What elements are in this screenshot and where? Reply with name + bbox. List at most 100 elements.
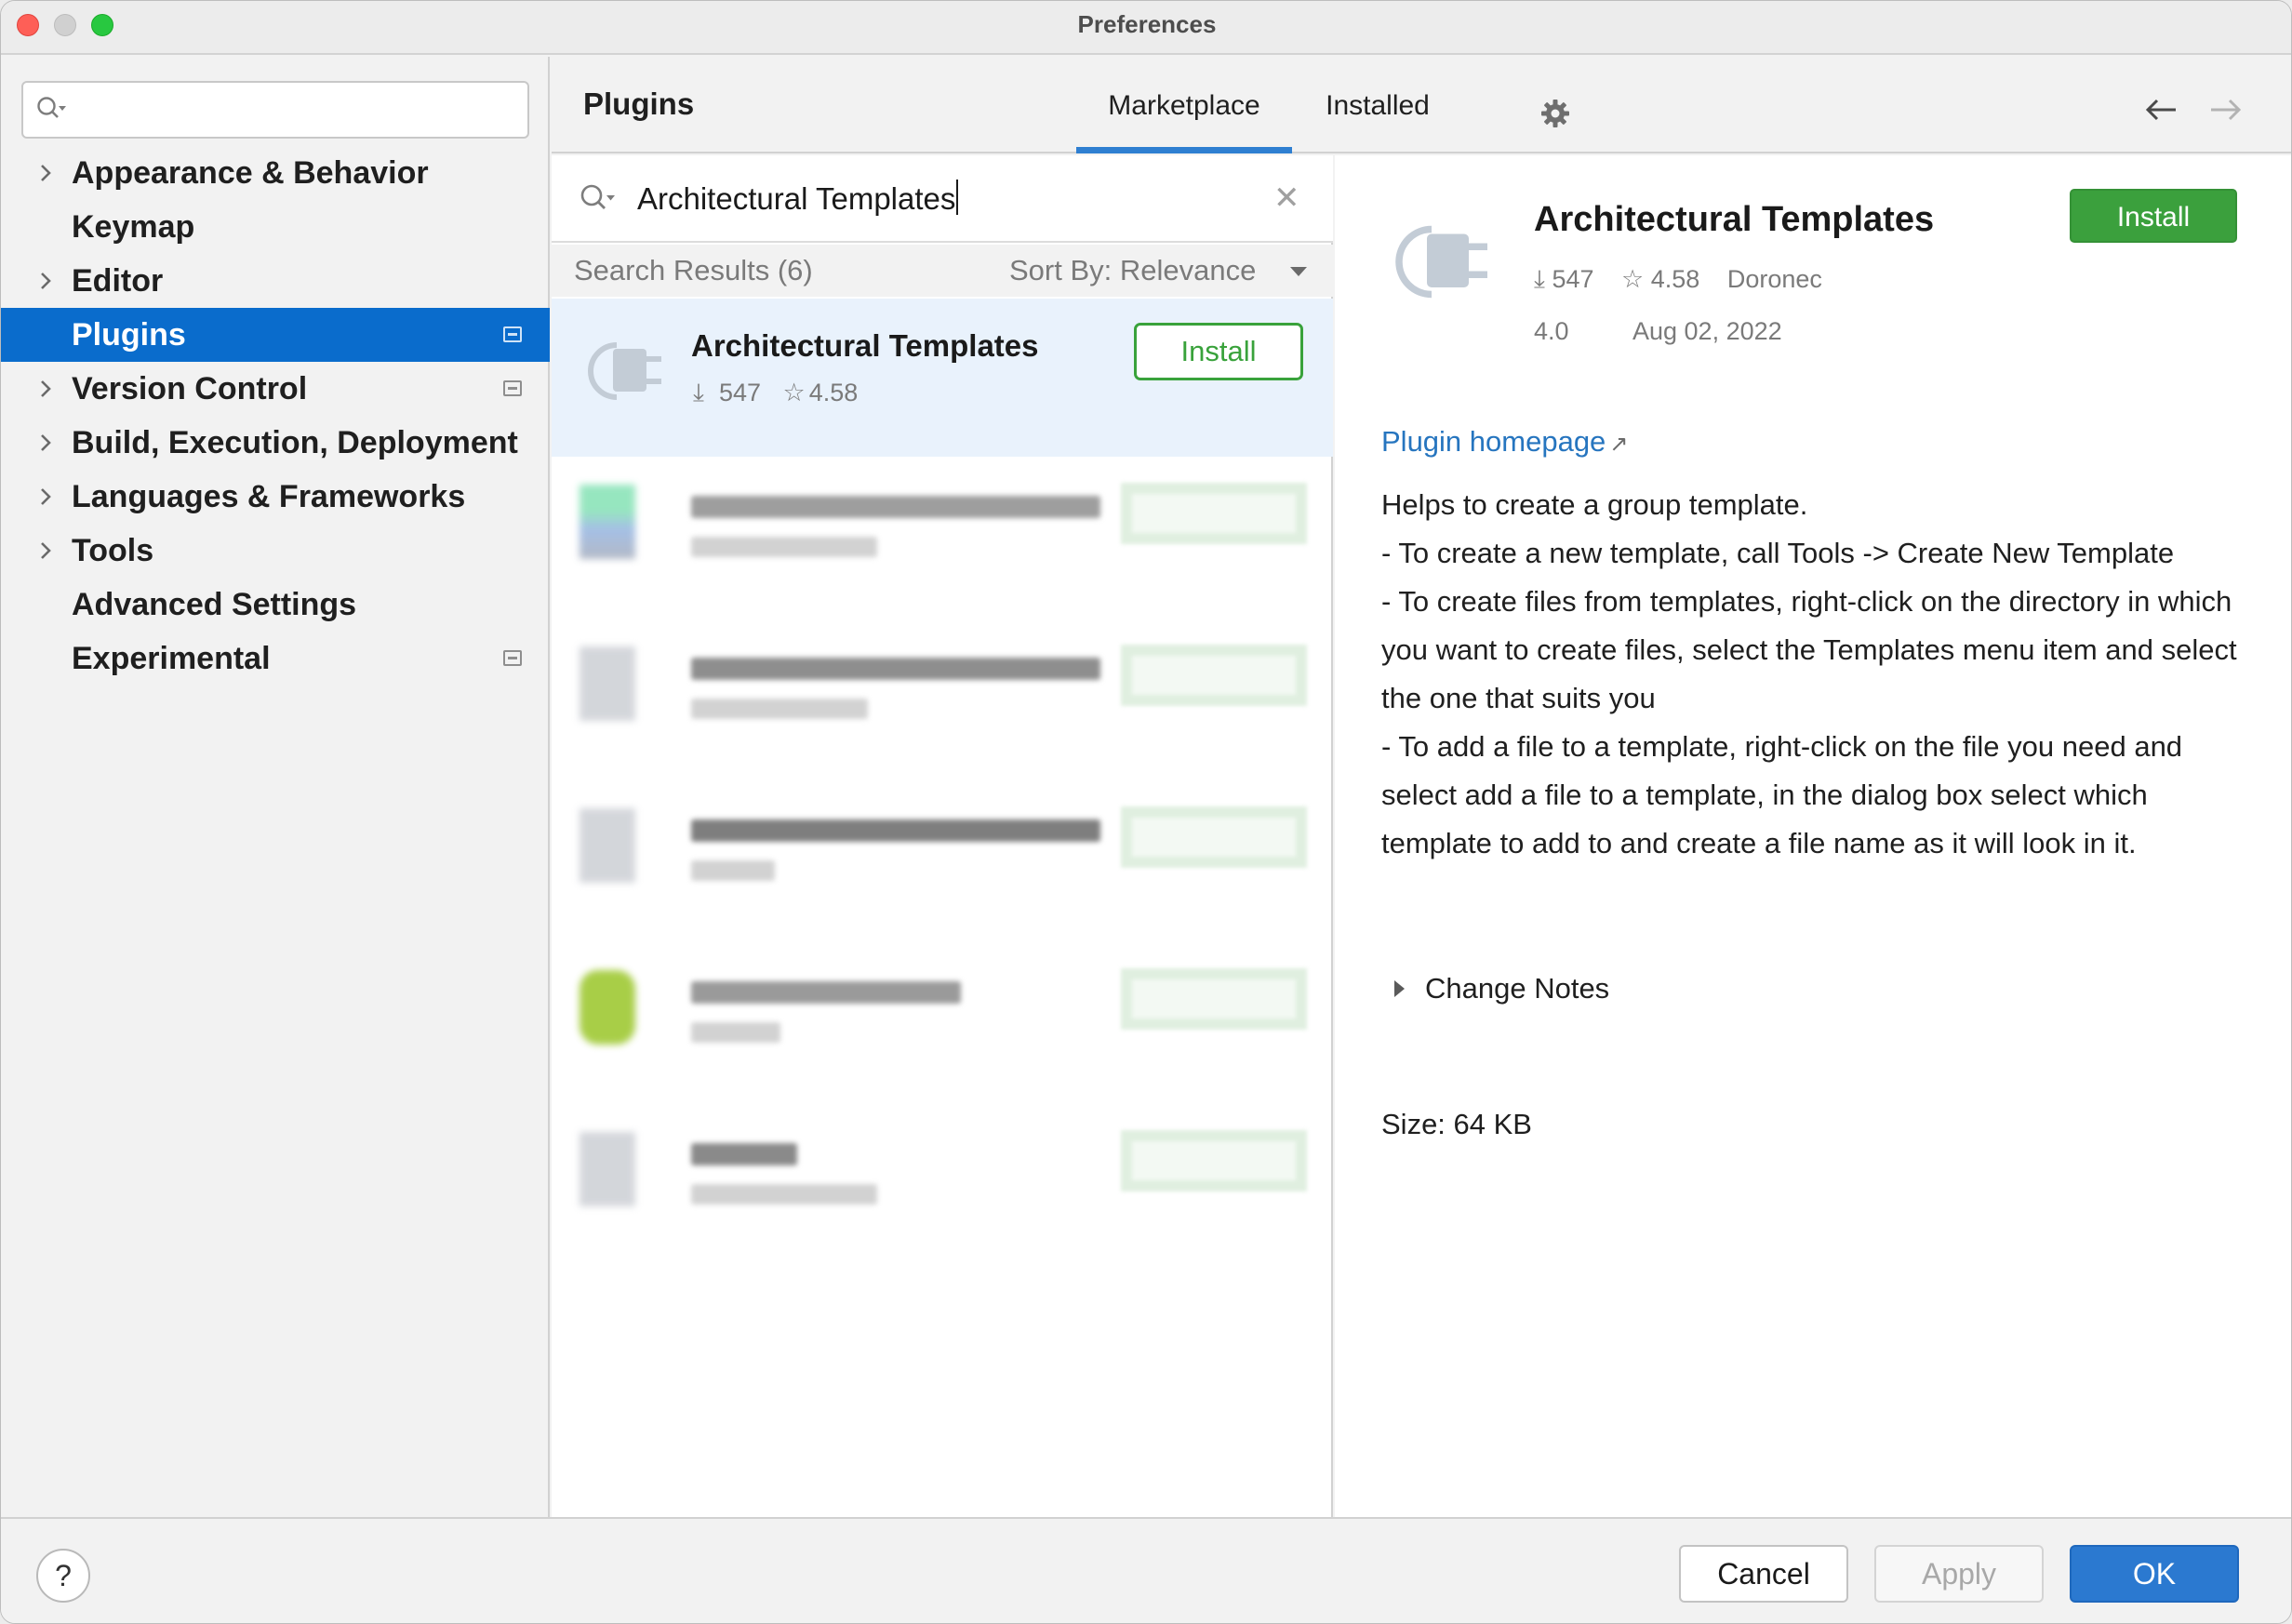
plugin-date: Aug 02, 2022: [1632, 317, 1782, 345]
plugin-name: Architectural Templates: [691, 328, 1039, 363]
chevron-down-icon[interactable]: [1290, 267, 1307, 276]
chevron-right-icon[interactable]: [34, 362, 57, 416]
install-button[interactable]: Install: [2070, 189, 2237, 243]
sidebar-item-tools[interactable]: Tools: [1, 524, 550, 578]
plugin-list-item[interactable]: Architectural Templates ⤓ 547 ☆ 4.58 Insta…: [552, 299, 1333, 457]
project-scope-icon: [503, 326, 522, 342]
help-button[interactable]: ?: [36, 1549, 90, 1603]
sidebar-item-version-control[interactable]: Version Control: [1, 362, 550, 416]
search-results-panel: Architectural Templates ✕ Search Results…: [552, 155, 1333, 1517]
chevron-right-icon[interactable]: [34, 470, 57, 524]
sidebar-item-label: Editor: [72, 263, 164, 299]
description-line: - To add a file to a template, right-cli…: [1381, 730, 2183, 859]
sidebar-item-keymap[interactable]: Keymap: [1, 200, 550, 254]
install-button[interactable]: [1121, 645, 1307, 706]
vendor-name[interactable]: Doronec: [1727, 265, 1822, 293]
description-line: Helps to create a group template.: [1381, 488, 1808, 521]
install-button[interactable]: Install: [1134, 323, 1303, 380]
plugin-stats: ⤓ 547 ☆ 4.58 Doronec: [1534, 265, 1843, 295]
chevron-right-icon[interactable]: [34, 254, 57, 308]
download-icon: ⤓: [1534, 265, 1545, 293]
cancel-button[interactable]: Cancel: [1679, 1545, 1848, 1603]
preferences-window: Preferences Appearance & Behavior Keymap E…: [0, 0, 2292, 1624]
sidebar-item-experimental[interactable]: Experimental: [1, 632, 550, 686]
sidebar-item-label: Languages & Frameworks: [72, 479, 466, 514]
blurred-plugin-list-item[interactable]: [552, 1115, 1333, 1227]
change-notes-toggle[interactable]: Change Notes: [1381, 972, 1609, 1005]
chevron-right-icon[interactable]: [34, 146, 57, 200]
sidebar-item-label: Version Control: [72, 371, 308, 406]
plugin-icon: [580, 485, 635, 559]
page-title: Plugins: [583, 87, 695, 121]
sidebar-item-label: Experimental: [72, 641, 271, 676]
sidebar-item-label: Plugins: [72, 317, 186, 353]
plugin-icon: [580, 808, 635, 883]
search-query-text: Architectural Templates: [637, 181, 956, 216]
plugin-icon: [1385, 204, 1497, 320]
project-scope-icon: [503, 380, 522, 396]
chevron-right-icon[interactable]: [34, 416, 57, 470]
chevron-right-icon[interactable]: [34, 524, 57, 578]
sidebar-item-label: Keymap: [72, 209, 195, 245]
blurred-plugin-list-item[interactable]: [552, 792, 1333, 903]
plugin-title: Architectural Templates: [1534, 200, 1935, 239]
gear-icon[interactable]: [1539, 98, 1571, 134]
search-icon: [36, 96, 68, 128]
plugin-homepage-link[interactable]: Plugin homepage ↗: [1381, 425, 1628, 459]
apply-button[interactable]: Apply: [1874, 1545, 2044, 1603]
install-button[interactable]: [1121, 483, 1307, 544]
plugin-icon: [580, 970, 635, 1045]
tab-marketplace[interactable]: Marketplace: [1076, 90, 1292, 153]
install-button[interactable]: [1121, 806, 1307, 868]
install-button[interactable]: [1121, 968, 1307, 1030]
ok-button[interactable]: OK: [2070, 1545, 2239, 1603]
sidebar-item-build-execution-deployment[interactable]: Build, Execution, Deployment: [1, 416, 550, 470]
arrow-left-icon[interactable]: [2142, 94, 2179, 130]
sidebar-item-label: Advanced Settings: [72, 587, 357, 622]
blurred-plugin-list-item[interactable]: [552, 468, 1333, 579]
homepage-link-label: Plugin homepage: [1381, 425, 1606, 458]
tab-installed[interactable]: Installed: [1313, 90, 1443, 153]
change-notes-label: Change Notes: [1425, 972, 1610, 1005]
window-title: Preferences: [1077, 10, 1217, 38]
external-link-icon: ↗: [1609, 432, 1629, 457]
sidebar-item-label: Tools: [72, 533, 154, 568]
settings-sidebar: Appearance & Behavior Keymap Editor Plugins…: [1, 57, 550, 1517]
arrow-right-icon[interactable]: [2207, 94, 2245, 130]
results-toolbar: Search Results (6) Sort By: Relevance: [552, 245, 1333, 297]
settings-search-input[interactable]: [21, 81, 529, 139]
sort-by-dropdown[interactable]: Sort By: Relevance: [1009, 254, 1256, 287]
plugin-description: Helps to create a group template. - To c…: [1381, 481, 2256, 868]
blurred-plugin-list-item[interactable]: [552, 630, 1333, 741]
plugin-icon: [580, 646, 635, 721]
plugin-detail-panel: Architectural Templates Install ⤓ 547 ☆ …: [1335, 155, 2291, 1517]
close-icon[interactable]: ✕: [1273, 180, 1300, 217]
install-button[interactable]: [1121, 1130, 1307, 1191]
sidebar-item-advanced-settings[interactable]: Advanced Settings: [1, 578, 550, 632]
sidebar-item-label: Build, Execution, Deployment: [72, 425, 518, 460]
description-line: - To create a new template, call Tools -…: [1381, 537, 2175, 569]
plugin-search-input[interactable]: Architectural Templates: [637, 180, 959, 217]
project-scope-icon: [503, 650, 522, 666]
title-bar: Preferences: [1, 1, 2291, 55]
rating-value: 4.58: [808, 379, 859, 406]
download-icon: ⤓: [693, 379, 704, 406]
results-count: Search Results (6): [574, 254, 813, 286]
rating-value: 4.58: [1650, 265, 1700, 293]
blurred-plugin-list-item[interactable]: [552, 953, 1333, 1065]
sidebar-item-languages-frameworks[interactable]: Languages & Frameworks: [1, 470, 550, 524]
sidebar-item-appearance-behavior[interactable]: Appearance & Behavior: [1, 146, 550, 200]
plugin-search-field[interactable]: Architectural Templates ✕: [552, 155, 1333, 243]
sidebar-item-plugins[interactable]: Plugins: [1, 308, 550, 362]
sidebar-item-editor[interactable]: Editor: [1, 254, 550, 308]
plugin-size: Size: 64 KB: [1381, 1108, 1532, 1140]
download-count: 547: [718, 379, 761, 406]
plugin-version: 4.0: [1534, 317, 1569, 345]
star-icon: ☆: [782, 379, 806, 406]
plugin-icon: [580, 325, 669, 419]
expand-triangle-icon: [1394, 980, 1405, 997]
description-line: - To create files from templates, right-…: [1381, 585, 2237, 714]
text-caret: [956, 180, 959, 215]
sidebar-item-label: Appearance & Behavior: [72, 155, 429, 191]
plugin-stats: ⤓ 547 ☆ 4.58: [693, 379, 873, 408]
